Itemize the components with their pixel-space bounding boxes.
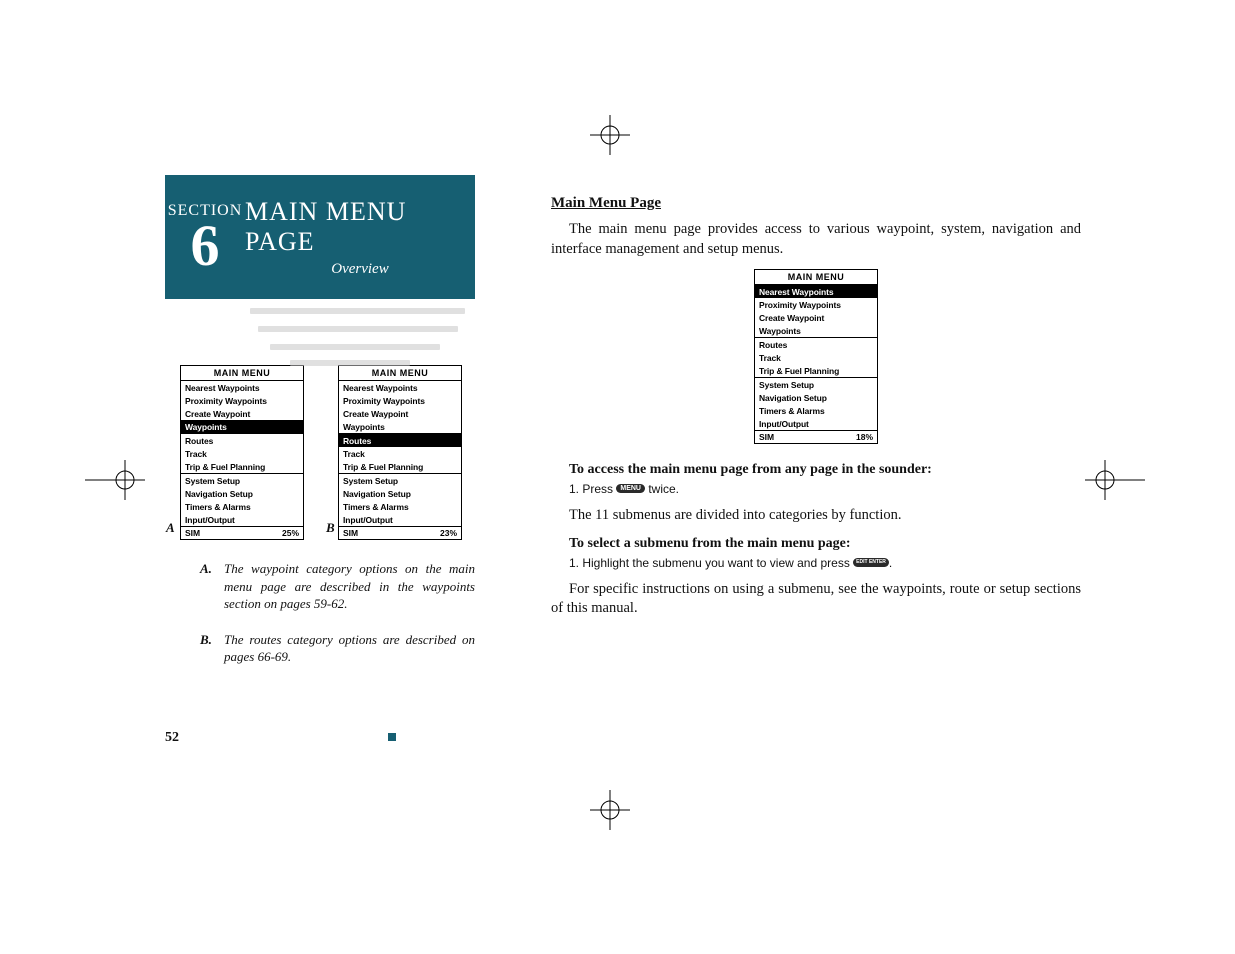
main-menu-heading: Main Menu Page	[551, 195, 1081, 212]
menu-item: Track	[755, 351, 877, 364]
step2-post: .	[889, 556, 892, 570]
status-sim: SIM	[343, 528, 358, 538]
menu-item: System Setup	[181, 474, 303, 487]
page-marker-square	[388, 733, 396, 741]
reg-mark-bottom	[590, 790, 630, 830]
menu-item-highlighted: Routes	[339, 434, 461, 447]
menu-item: Trip & Fuel Planning	[181, 460, 303, 473]
caption-a-letter: A.	[200, 560, 214, 613]
menu-item: Create Waypoint	[339, 407, 461, 420]
body-text: Main Menu Page The main menu page provid…	[551, 195, 1081, 629]
instruction-heading-2: To select a submenu from the main menu p…	[551, 536, 1081, 552]
caption-b-text: The routes category options are describe…	[224, 631, 475, 666]
step-2: 1. Highlight the submenu you want to vie…	[569, 556, 1081, 570]
menu-item: Create Waypoint	[181, 407, 303, 420]
device-screen-c: MAIN MENU Nearest Waypoints Proximity Wa…	[754, 269, 878, 444]
screen-c-title: MAIN MENU	[755, 270, 877, 284]
figure-captions: A. The waypoint category options on the …	[200, 560, 475, 684]
device-screen-b: MAIN MENU Nearest Waypoints Proximity Wa…	[338, 365, 462, 540]
caption-a: A. The waypoint category options on the …	[200, 560, 475, 613]
menu-item: Navigation Setup	[755, 391, 877, 404]
menu-item: Timers & Alarms	[339, 500, 461, 513]
menu-item: Track	[339, 447, 461, 460]
menu-item: Create Waypoint	[755, 311, 877, 324]
status-sim: SIM	[185, 528, 200, 538]
menu-item: Input/Output	[339, 513, 461, 526]
menu-item: Proximity Waypoints	[181, 394, 303, 407]
menu-item: Waypoints	[755, 324, 877, 337]
menu-item: Waypoints	[339, 420, 461, 433]
menu-item: Trip & Fuel Planning	[755, 364, 877, 377]
menu-item: Input/Output	[755, 417, 877, 430]
step1-pre: 1. Press	[569, 482, 616, 496]
step-1: 1. Press MENU twice.	[569, 482, 1081, 496]
status-sim: SIM	[759, 432, 774, 442]
menu-item: Input/Output	[181, 513, 303, 526]
instruction-heading-1: To access the main menu page from any pa…	[551, 462, 1081, 478]
caption-b: B. The routes category options are descr…	[200, 631, 475, 666]
reg-mark-right	[1085, 460, 1145, 500]
screen-c-status: SIM 18%	[755, 430, 877, 443]
screen-b-status: SIM 23%	[339, 526, 461, 539]
menu-item: Navigation Setup	[181, 487, 303, 500]
paragraph-2: The 11 submenus are divided into categor…	[551, 506, 1081, 526]
paragraph-3: For specific instructions on using a sub…	[551, 580, 1081, 619]
status-pct: 18%	[856, 432, 873, 442]
menu-item: Timers & Alarms	[181, 500, 303, 513]
label-b: B	[326, 520, 335, 536]
intro-paragraph: The main menu page provides access to va…	[551, 220, 1081, 259]
menu-item: Navigation Setup	[339, 487, 461, 500]
menu-button-icon: MENU	[616, 484, 645, 493]
step2-pre: 1. Highlight the submenu you want to vie…	[569, 556, 853, 570]
menu-item: System Setup	[339, 474, 461, 487]
menu-item: System Setup	[755, 378, 877, 391]
section-title: MAIN MENU PAGE	[245, 197, 475, 257]
section-title-box: MAIN MENU PAGE Overview	[245, 175, 475, 299]
menu-item: Trip & Fuel Planning	[339, 460, 461, 473]
menu-item-highlighted: Nearest Waypoints	[755, 285, 877, 298]
menu-item: Routes	[181, 434, 303, 447]
example-screens: MAIN MENU Nearest Waypoints Proximity Wa…	[180, 365, 462, 540]
label-a: A	[166, 520, 175, 536]
menu-item: Proximity Waypoints	[339, 394, 461, 407]
reg-mark-top	[590, 115, 630, 155]
status-pct: 25%	[282, 528, 299, 538]
status-pct: 23%	[440, 528, 457, 538]
step1-post: twice.	[645, 482, 679, 496]
screen-a-status: SIM 25%	[181, 526, 303, 539]
menu-item: Proximity Waypoints	[755, 298, 877, 311]
reg-mark-left	[85, 460, 145, 500]
manual-page: SECTION 6 MAIN MENU PAGE Overview MAIN M…	[0, 0, 1235, 954]
section-number: 6	[191, 220, 220, 272]
device-screen-a: MAIN MENU Nearest Waypoints Proximity Wa…	[180, 365, 304, 540]
enter-button-icon: EDIT ENTER	[853, 558, 889, 567]
section-number-box: SECTION 6	[165, 175, 245, 299]
caption-a-text: The waypoint category options on the mai…	[224, 560, 475, 613]
caption-b-letter: B.	[200, 631, 214, 666]
section-subtitle: Overview	[331, 261, 388, 278]
menu-item: Routes	[755, 338, 877, 351]
menu-item: Track	[181, 447, 303, 460]
menu-item-highlighted: Waypoints	[181, 420, 303, 433]
section-header-block: SECTION 6 MAIN MENU PAGE Overview	[165, 175, 475, 299]
section-tab: SECTION 6 MAIN MENU PAGE Overview	[165, 175, 475, 299]
menu-item: Timers & Alarms	[755, 404, 877, 417]
page-number: 52	[165, 730, 179, 746]
